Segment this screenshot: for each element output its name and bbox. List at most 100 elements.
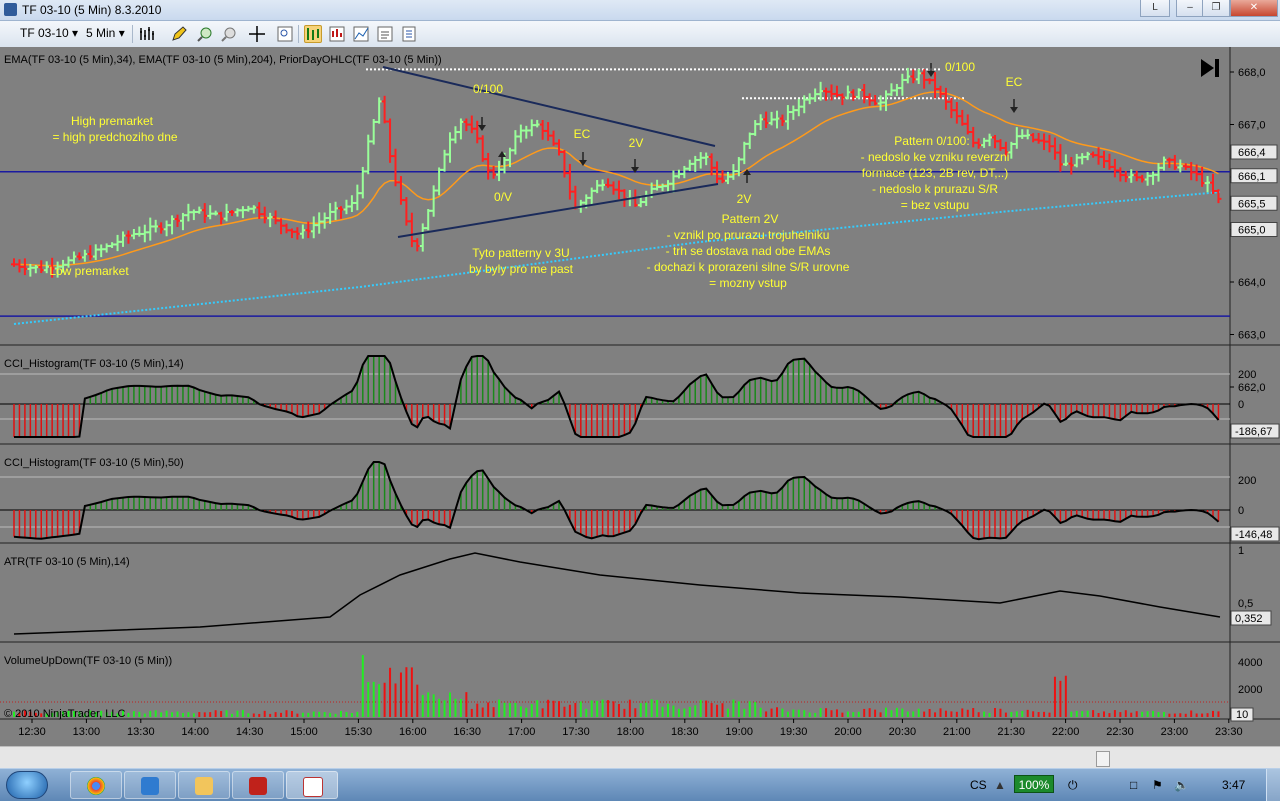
time-tick-label: 19:30 [780,726,808,738]
taskbar-ie[interactable] [124,771,176,799]
time-tick-label: 14:30 [236,726,264,738]
annotation-pattern-2v-line4: = mozny vstup [709,276,787,290]
drawing-pencil-icon[interactable] [170,25,188,43]
price-tag-label: 665,0 [1238,225,1266,237]
volume-tick-label: 4000 [1238,657,1262,669]
window-title: TF 03-10 (5 Min) 8.3.2010 [22,3,162,17]
atr-tick-label: 0,5 [1238,598,1253,610]
time-tick-label: 18:30 [671,726,699,738]
time-tick-label: 21:00 [943,726,971,738]
oscillator-line [14,355,1220,438]
indicators-icon[interactable] [304,25,322,43]
time-tick-label: 15:30 [345,726,373,738]
annotation-high-premarket: High premarket [71,114,154,128]
taskbar-chrome[interactable] [70,771,122,799]
instrument-select[interactable]: TF 03-10 ▾ [20,26,78,40]
annotation-0-v: 0/V [494,190,512,204]
oscillator-tick-label: 200 [1238,369,1256,381]
show-desktop-button[interactable] [1266,769,1280,801]
horizontal-scrollbar[interactable] [0,746,1280,769]
copyright-text: © 2010 NinjaTrader, LLC [4,708,125,720]
toolbar-separator [132,25,133,43]
windows-taskbar: CS ▲ 100% ⏻ □ ⚑ 🔈 3:47 [0,768,1280,801]
period-select[interactable]: 5 Min ▾ [86,26,125,40]
time-tick-label: 23:30 [1215,726,1243,738]
volume-tick-label: 2000 [1238,684,1262,696]
chevron-down-icon: ▾ [118,26,125,40]
price-tick-label: 664,0 [1238,277,1266,289]
price-tick-label: 668,0 [1238,67,1266,79]
annotation-0-100-right: 0/100 [945,60,975,74]
crosshair-icon[interactable] [248,25,266,43]
templates-icon[interactable] [400,25,418,43]
magnifier-icon[interactable] [276,25,294,43]
properties-icon[interactable] [376,25,394,43]
cci50-panel-label: CCI_Histogram(TF 03-10 (5 Min),50) [4,457,184,469]
oscillator-value-label: -186,67 [1235,426,1272,438]
strategies-icon[interactable] [328,25,346,43]
zoom-out-icon[interactable] [220,25,238,43]
chevron-down-icon: ▾ [72,26,79,40]
time-tick-label: 12:30 [18,726,46,738]
oscillator-tick-label: 0 [1238,505,1244,517]
close-button[interactable]: ✕ [1230,0,1278,17]
annotation-pattern-0100-line2: formace (123, 2B rev, DT,..) [862,166,1009,180]
zoom-in-icon[interactable] [196,25,214,43]
time-tick-label: 22:30 [1106,726,1134,738]
bar-type-icon[interactable] [138,25,156,43]
time-tick-label: 19:00 [725,726,753,738]
power-icon[interactable]: ⏻ [1068,778,1078,793]
price-tag-label: 666,4 [1238,147,1266,159]
annotation-ec-right: EC [1006,75,1023,89]
oscillator-tick-label: 0 [1238,399,1244,411]
app-icon [4,3,17,16]
chart-area[interactable]: 200 0 -186,67 200 0 -146,48 1 0,5 0,352 4000 20… [0,47,1280,743]
annotation-pattern-2v-line1: - vznikl po prurazu trojuhelniku [667,228,830,242]
maximize-button[interactable]: ❐ [1202,0,1230,17]
price-tick-label: 667,0 [1238,120,1266,132]
atr-panel-label: ATR(TF 03-10 (5 Min),14) [4,556,130,568]
annotation-pattern-0100-line1: - nedoslo ke vzniku reverzni [861,150,1010,164]
time-tick-label: 21:30 [997,726,1025,738]
ninjatrader-icon [303,777,323,797]
clock[interactable]: 3:47 [1222,778,1245,792]
flag-icon[interactable]: ⚑ [1152,778,1163,792]
language-indicator[interactable]: CS [970,778,987,792]
minimize-button[interactable]: – [1176,0,1204,17]
chart-toolbar: TF 03-10 ▾ 5 Min ▾ [0,21,1280,48]
time-tick-label: 16:30 [453,726,481,738]
layout-button[interactable]: L [1140,0,1170,17]
scrollbar-thumb[interactable] [1096,751,1110,767]
taskbar-explorer[interactable] [178,771,230,799]
time-tick-label: 20:00 [834,726,862,738]
annotation-pattern-0100-line4: = bez vstupu [901,198,969,212]
volume-panel-label: VolumeUpDown(TF 03-10 (5 Min)) [4,655,172,667]
taskbar-acrobat[interactable] [232,771,284,799]
annotation-low-premarket: Low premarket [49,264,129,278]
ie-icon [141,777,159,795]
annotation-high-prev-day: = high predchoziho dne [52,130,177,144]
annotation-pattern-0100-line3: - nedoslo k prurazu S/R [872,182,998,196]
atr-tick-label: 1 [1238,545,1244,557]
time-tick-label: 17:00 [508,726,536,738]
time-tick-label: 14:00 [181,726,209,738]
explorer-icon [195,777,213,795]
price-panel-label: EMA(TF 03-10 (5 Min),34), EMA(TF 03-10 (… [4,54,442,66]
price-panel [0,47,1230,345]
network-icon[interactable]: □ [1130,778,1137,792]
volume-value-label: 10 [1236,709,1248,721]
ninjatrader-window: TF 03-10 (5 Min) 8.3.2010 L – ❐ ✕ TF 03-… [0,0,1280,801]
annotation-pattern-0100-title: Pattern 0/100: [894,134,969,148]
time-tick-label: 17:30 [562,726,590,738]
start-button[interactable] [6,771,48,799]
tray-expand-icon[interactable]: ▲ [994,778,1006,792]
chart-canvas[interactable]: 2000-186,67 2000-146,48 10,50,352 400020… [0,47,1280,743]
price-tick-label: 662,0 [1238,382,1266,394]
annotation-pattern-2v-line2: - trh se dostava nad obe EMAs [666,244,831,258]
taskbar-ninjatrader[interactable] [286,771,338,799]
annotation-0-100-left: 0/100 [473,82,503,96]
data-series-icon[interactable] [352,25,370,43]
zoom-badge[interactable]: 100% [1014,775,1054,793]
speaker-icon[interactable]: 🔈 [1174,778,1189,792]
chrome-icon [87,777,105,795]
